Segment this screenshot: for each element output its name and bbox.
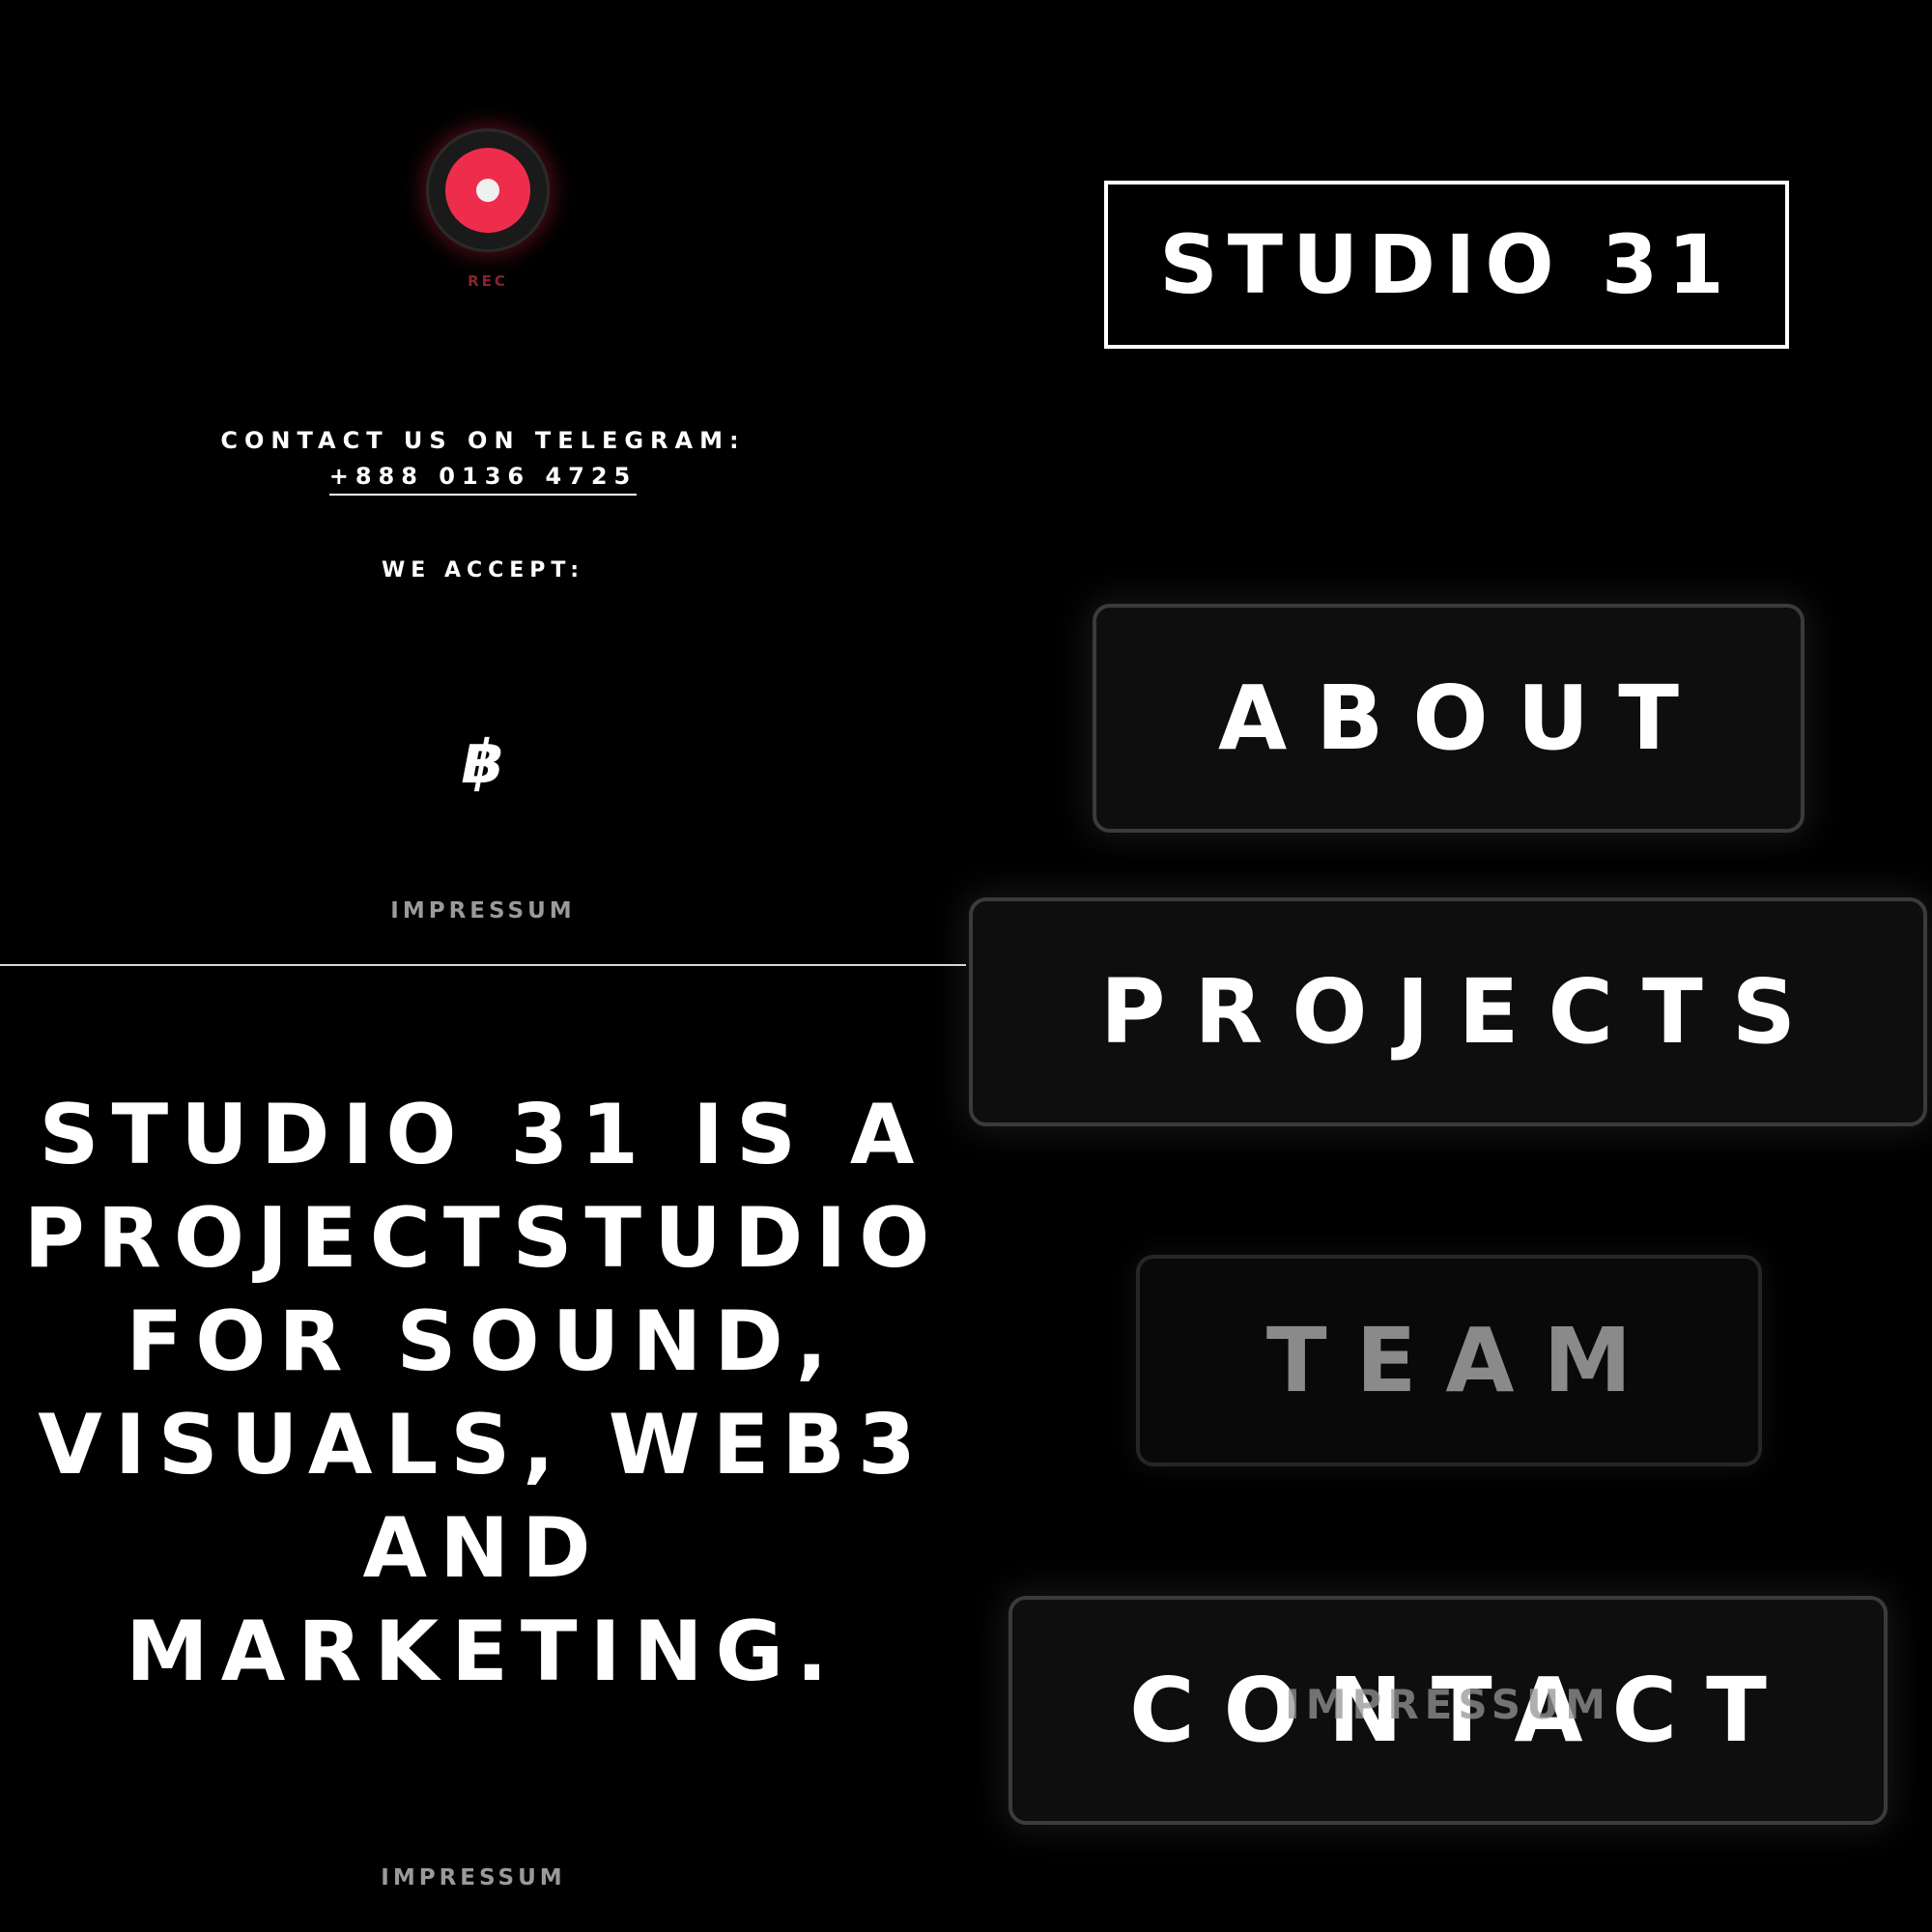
nav-team-label: TEAM bbox=[1265, 1309, 1662, 1412]
contact-telegram-label: CONTACT US ON TELEGRAM: bbox=[220, 427, 746, 454]
statement-line: VISUALS, WEB3 bbox=[38, 1397, 928, 1493]
statement-line: AND bbox=[362, 1500, 604, 1597]
nav-projects-label: PROJECTS bbox=[1099, 960, 1826, 1064]
bitcoin-icon: ฿ bbox=[462, 726, 504, 797]
nav-contact-button[interactable]: CONTACT bbox=[1009, 1596, 1888, 1825]
nav-contact-label: CONTACT bbox=[1129, 1659, 1796, 1762]
record-icon bbox=[445, 148, 530, 233]
studio-logo[interactable]: STUDIO 31 bbox=[1104, 181, 1789, 349]
statement-line: FOR SOUND, bbox=[126, 1293, 840, 1390]
logo-text: STUDIO 31 bbox=[1159, 217, 1734, 312]
nav-team-button[interactable]: TEAM bbox=[1136, 1255, 1762, 1466]
record-button[interactable] bbox=[426, 128, 550, 252]
statement-line: MARKETING. bbox=[126, 1604, 840, 1700]
nav-about-button[interactable]: ABOUT bbox=[1093, 604, 1804, 833]
telegram-phone-link[interactable]: +888 0136 4725 bbox=[328, 463, 638, 496]
page: REC CONTACT US ON TELEGRAM: +888 0136 47… bbox=[0, 0, 1932, 1932]
nav-projects-button[interactable]: PROJECTS bbox=[969, 897, 1927, 1126]
statement-line: STUDIO 31 IS A bbox=[39, 1087, 927, 1183]
impressum-link-top[interactable]: IMPRESSUM bbox=[0, 898, 966, 923]
nav-about-label: ABOUT bbox=[1218, 667, 1708, 770]
record-dot bbox=[476, 179, 499, 202]
studio-statement: STUDIO 31 IS A PROJECTSTUDIO FOR SOUND, … bbox=[0, 1084, 966, 1704]
we-accept-heading: WE ACCEPT: bbox=[381, 558, 585, 582]
statement-line: PROJECTSTUDIO bbox=[23, 1190, 943, 1287]
contact-phone-row: +888 0136 4725 bbox=[0, 463, 966, 496]
impressum-link-bottom[interactable]: IMPRESSUM bbox=[0, 1865, 947, 1890]
rec-label: REC bbox=[468, 272, 508, 290]
divider bbox=[0, 964, 966, 966]
